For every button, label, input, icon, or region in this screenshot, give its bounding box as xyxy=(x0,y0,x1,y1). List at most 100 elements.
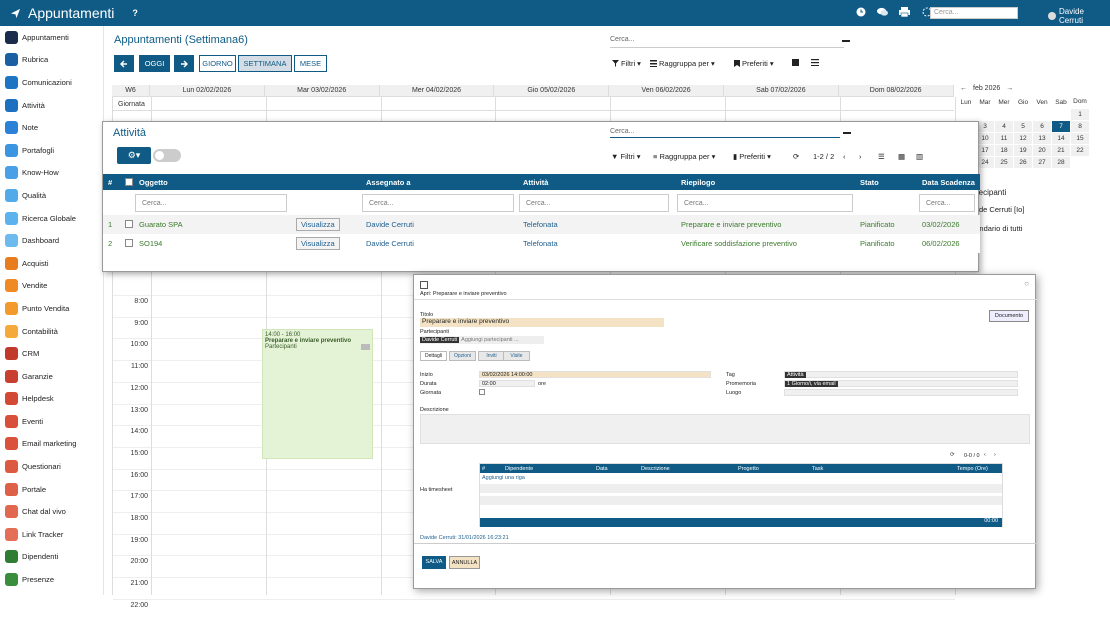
ts-refresh-icon[interactable]: ⟳ xyxy=(950,452,955,458)
mini-day[interactable]: 5 xyxy=(1013,119,1033,133)
luogo-field[interactable] xyxy=(784,389,1018,396)
save-button[interactable]: SALVA xyxy=(422,556,446,569)
sidebar-item[interactable]: Chat dal vivo xyxy=(0,500,103,523)
sidebar-item[interactable]: Rubrica xyxy=(0,49,103,72)
calendar-search-input[interactable]: Cerca... xyxy=(610,36,844,48)
attivita-favorites[interactable]: ▮ Preferiti ▾ xyxy=(733,152,771,161)
descrizione-field[interactable] xyxy=(420,414,1030,444)
minimize-icon[interactable] xyxy=(843,132,851,134)
documento-button[interactable]: Documento xyxy=(989,310,1029,322)
mini-day[interactable]: 13 xyxy=(1032,131,1052,145)
partecipanti-field[interactable]: Davide Cerruti Aggiungi partecipanti ... xyxy=(420,336,544,344)
view-button[interactable]: Visualizza xyxy=(296,237,340,250)
sidebar-item[interactable]: Presenze xyxy=(0,568,103,591)
tag-field[interactable]: Attività xyxy=(784,371,1018,378)
col-stato[interactable]: Stato xyxy=(860,178,879,187)
mini-day[interactable]: 7 xyxy=(1051,119,1071,133)
clock-icon[interactable] xyxy=(855,6,866,17)
page-next-icon[interactable]: › xyxy=(859,152,862,161)
user-menu[interactable]: Davide Cerruti xyxy=(1048,7,1110,25)
sidebar-item[interactable]: Note xyxy=(0,116,103,139)
expand-icon[interactable] xyxy=(420,281,428,289)
sidebar-item[interactable]: Vendite xyxy=(0,275,103,298)
search-scadenza[interactable]: Cerca... xyxy=(919,194,975,212)
sidebar-item[interactable]: Punto Vendita xyxy=(0,297,103,320)
close-icon[interactable]: ○ xyxy=(1024,279,1029,288)
sidebar-item[interactable]: Contabilità xyxy=(0,320,103,343)
sidebar-item[interactable]: Dipendenti xyxy=(0,546,103,569)
row-checkbox[interactable] xyxy=(125,220,133,230)
day-view-button[interactable]: GIORNO xyxy=(199,55,236,72)
chat-icon[interactable] xyxy=(877,6,888,17)
app-logo-icon[interactable] xyxy=(8,6,22,20)
attivita-search-input[interactable]: Cerca... xyxy=(610,128,840,138)
sidebar-item[interactable]: Comunicazioni xyxy=(0,71,103,94)
sidebar-item[interactable]: Appuntamenti xyxy=(0,26,103,49)
mini-day[interactable]: 11 xyxy=(994,131,1014,145)
sidebar-item[interactable]: Ricerca Globale xyxy=(0,207,103,230)
mini-day[interactable]: 18 xyxy=(994,143,1014,157)
sidebar-item[interactable]: Portafogli xyxy=(0,139,103,162)
mini-day[interactable]: 22 xyxy=(1070,143,1090,157)
ts-prev-icon[interactable]: ‹ xyxy=(984,452,986,458)
settings-button[interactable]: ⚙▾ xyxy=(117,147,151,164)
dialog-tab[interactable]: Visite xyxy=(503,351,530,361)
col-scadenza[interactable]: Data Scadenza xyxy=(922,178,975,187)
search-riepilogo[interactable]: Cerca... xyxy=(677,194,853,212)
filters-dropdown[interactable]: Filtri ▾ xyxy=(612,59,641,68)
collapse-icon[interactable] xyxy=(842,40,850,42)
promemoria-field[interactable]: 1 Giorno/i, via email xyxy=(784,380,1018,387)
kanban-view-icon[interactable]: ▦ xyxy=(898,152,905,161)
sidebar-item[interactable]: Eventi xyxy=(0,410,103,433)
mini-day[interactable]: 4 xyxy=(994,119,1014,133)
print-icon[interactable] xyxy=(899,6,910,17)
day-header[interactable]: Dom 08/02/2026 xyxy=(839,85,954,96)
col-attivita[interactable]: Attività xyxy=(523,178,548,187)
sidebar-item[interactable]: Qualità xyxy=(0,184,103,207)
day-header[interactable]: Mar 03/02/2026 xyxy=(265,85,380,96)
next-button[interactable] xyxy=(174,55,194,72)
table-row[interactable]: 1 Guarato SPA Visualizza Davide Cerruti Tele… xyxy=(103,215,980,234)
calendar-event[interactable]: 14:00 - 16:00 Preparare e inviare preven… xyxy=(262,329,373,459)
add-participant[interactable]: Aggiungi partecipanti ... xyxy=(461,337,518,343)
mini-day[interactable]: 6 xyxy=(1032,119,1052,133)
favorites-dropdown[interactable]: Preferiti ▾ xyxy=(734,59,774,68)
sidebar-item[interactable]: CRM xyxy=(0,342,103,365)
help-icon[interactable]: ? xyxy=(132,8,138,18)
search-oggetto[interactable]: Cerca... xyxy=(135,194,287,212)
day-header[interactable]: Ven 06/02/2026 xyxy=(609,85,724,96)
durata-field[interactable]: 02:00 xyxy=(479,380,535,387)
mini-day[interactable]: 21 xyxy=(1051,143,1071,157)
sidebar-item[interactable]: Email marketing xyxy=(0,433,103,456)
month-view-button[interactable]: MESE xyxy=(294,55,327,72)
col-riepilogo[interactable]: Riepilogo xyxy=(681,178,715,187)
giornata-checkbox[interactable] xyxy=(479,389,485,395)
titolo-field[interactable]: Preparare e inviare preventivo xyxy=(420,318,664,327)
mini-prev-icon[interactable]: ← xyxy=(960,85,967,92)
cancel-button[interactable]: ANNULLA xyxy=(449,556,480,569)
toggle-switch[interactable] xyxy=(153,149,181,162)
sidebar-item[interactable]: Helpdesk xyxy=(0,388,103,411)
mini-day[interactable]: 26 xyxy=(1013,155,1033,169)
day-header[interactable]: Gio 05/02/2026 xyxy=(494,85,610,96)
table-row[interactable]: 2 SO194 Visualizza Davide Cerruti Telefonata… xyxy=(103,234,980,253)
mini-next-icon[interactable]: → xyxy=(1006,85,1013,92)
participant-tag[interactable]: Davide Cerruti xyxy=(420,337,460,343)
mini-day[interactable]: 14 xyxy=(1051,131,1071,145)
mini-day[interactable]: 15 xyxy=(1070,131,1090,145)
week-view-button[interactable]: SETTIMANA xyxy=(238,55,292,72)
dialog-tab[interactable]: Dettagli xyxy=(420,351,447,361)
search-attivita[interactable]: Cerca... xyxy=(519,194,669,212)
today-button[interactable]: OGGI xyxy=(139,55,170,72)
sidebar-item[interactable]: Attività xyxy=(0,94,103,117)
sidebar-item[interactable]: Portale xyxy=(0,478,103,501)
row-checkbox[interactable] xyxy=(125,239,133,249)
search-assegnato[interactable]: Cerca... xyxy=(362,194,514,212)
sidebar-item[interactable]: Link Tracker xyxy=(0,523,103,546)
attivita-filters[interactable]: ▼ Filtri ▾ xyxy=(611,152,641,161)
mini-day[interactable]: 20 xyxy=(1032,143,1052,157)
page-prev-icon[interactable]: ‹ xyxy=(843,152,846,161)
mini-day[interactable]: 19 xyxy=(1013,143,1033,157)
col-assegnato[interactable]: Assegnato a xyxy=(366,178,411,187)
mini-day[interactable]: 27 xyxy=(1032,155,1052,169)
